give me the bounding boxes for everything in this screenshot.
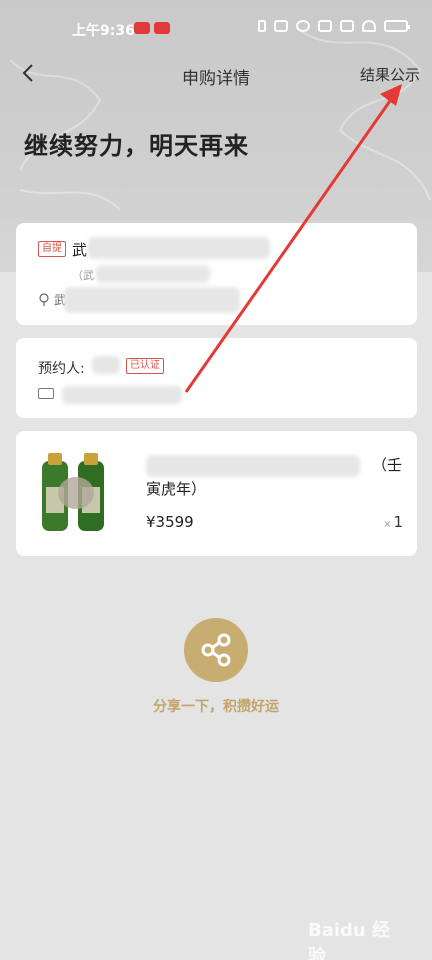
blurred-store-address [64, 287, 240, 313]
id-card-icon [38, 388, 54, 399]
result-announcement-link[interactable]: 结果公示 [360, 64, 420, 85]
bluetooth-icon [258, 20, 266, 32]
watermark-text: Baidu 经验 [308, 920, 391, 960]
signal-icon [340, 20, 354, 32]
baidu-watermark: Baidu 经验 [308, 906, 406, 960]
result-title: 继续努力，明天再来 [24, 132, 249, 160]
location-icon [39, 293, 49, 306]
mute-icon [274, 20, 288, 32]
status-bar: 上午9:36 [0, 0, 432, 40]
store-name: 武 [72, 241, 88, 259]
share-caption: 分享一下，积攒好运 [153, 699, 279, 715]
status-icons [258, 20, 410, 32]
quantity-prefix: × [383, 519, 392, 530]
reservation-person-card: 预约人: 已认证 [16, 338, 417, 418]
blurred-product-name [146, 455, 360, 477]
product-price: ¥3599 [146, 513, 194, 531]
reservation-person-label: 预约人: [38, 361, 85, 377]
blurred-store-name [88, 237, 270, 259]
store-card[interactable]: 自提 武 （武 武 [16, 223, 417, 325]
product-name-line2: 寅虎年） [146, 480, 207, 498]
blurred-person-name [92, 356, 120, 374]
pickup-tag: 自提 [38, 241, 66, 257]
product-quantity: × 1 [383, 513, 403, 531]
signal-icon [318, 20, 332, 32]
verified-tag: 已认证 [126, 358, 164, 374]
share-icon [201, 633, 231, 667]
battery-icon [384, 20, 410, 32]
blurred-id-number [62, 386, 182, 404]
app-notification-icon [154, 22, 170, 34]
app-notification-icon [134, 22, 150, 34]
store-subtitle: （武 [72, 269, 94, 282]
product-card[interactable]: （壬 寅虎年） ¥3599 × 1 [16, 431, 417, 556]
alarm-icon [296, 20, 310, 32]
status-time: 上午9:36 [72, 23, 135, 39]
wifi-icon [362, 20, 376, 32]
product-name-suffix: （壬 [371, 456, 402, 474]
nav-bar: 申购详情 结果公示 [0, 56, 432, 92]
blurred-store-subtitle [96, 265, 210, 283]
quantity-value: 1 [393, 513, 403, 531]
product-image [42, 453, 104, 531]
share-button[interactable] [184, 618, 248, 682]
